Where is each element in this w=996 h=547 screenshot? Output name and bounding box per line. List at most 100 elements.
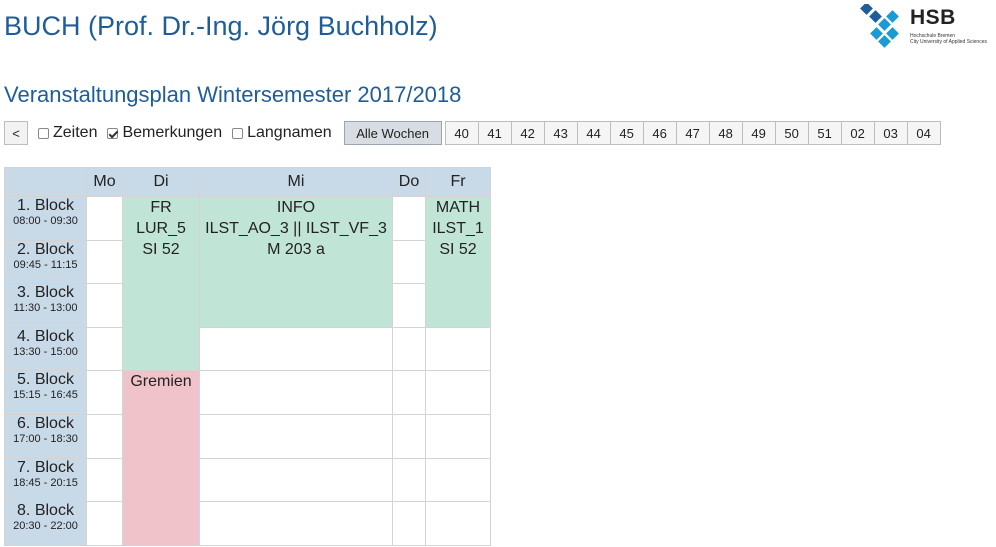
week-button-40[interactable]: 40: [444, 121, 479, 145]
slot-do-1: [392, 196, 426, 241]
event-room: SI 52: [142, 241, 180, 258]
back-button[interactable]: <: [4, 121, 28, 145]
slot-do-6: [392, 413, 426, 459]
block-name: 8. Block: [17, 502, 74, 520]
week-button-44[interactable]: 44: [576, 121, 611, 145]
block-name: 2. Block: [17, 240, 74, 258]
block-header: 5. Block 15:15 - 16:45: [4, 370, 87, 415]
week-button-41[interactable]: 41: [477, 121, 512, 145]
day-header-mo: Mo: [86, 167, 123, 197]
week-button-02[interactable]: 02: [840, 121, 875, 145]
event-fr-math[interactable]: MATH ILST_1 SI 52: [425, 196, 491, 328]
day-header-mi: Mi: [199, 167, 393, 197]
week-button-42[interactable]: 42: [510, 121, 545, 145]
event-group: ILST_AO_3 || ILST_VF_3: [205, 220, 387, 237]
block-name: 6. Block: [17, 414, 74, 432]
slot-mi-4: [199, 326, 393, 372]
week-button-50[interactable]: 50: [774, 121, 809, 145]
slot-do-4: [392, 326, 426, 372]
block-header: 8. Block 20:30 - 22:00: [4, 501, 87, 546]
event-group: ILST_1: [432, 220, 484, 237]
block-time: 13:30 - 15:00: [13, 345, 78, 358]
event-room: M 203 a: [267, 241, 325, 258]
slot-mo-3: [86, 283, 123, 328]
week-selector: 40 41 42 43 44 45 46 47 48 49 50 51 02 0…: [444, 121, 941, 145]
hsb-logo-mark-icon: [860, 2, 899, 48]
table-row: 7. Block 18:45 - 20:15: [4, 457, 491, 503]
block-time: 20:30 - 22:00: [13, 520, 78, 533]
slot-do-7: [392, 457, 426, 503]
block-header: 2. Block 09:45 - 11:15: [4, 239, 87, 285]
event-mi-info[interactable]: INFO ILST_AO_3 || ILST_VF_3 M 203 a: [199, 196, 393, 328]
table-header-row: Mo Di Mi Do Fr: [4, 167, 491, 197]
checkbox-langnamen-box[interactable]: [232, 127, 244, 139]
slot-mo-7: [86, 457, 123, 503]
block-time: 08:00 - 09:30: [13, 215, 78, 227]
all-weeks-button[interactable]: Alle Wochen: [343, 121, 442, 145]
block-header: 3. Block 11:30 - 13:00: [4, 283, 87, 328]
block-time: 09:45 - 11:15: [13, 258, 78, 271]
week-button-47[interactable]: 47: [675, 121, 710, 145]
block-time: 18:45 - 20:15: [13, 476, 78, 489]
slot-mo-4: [86, 326, 123, 372]
week-button-04[interactable]: 04: [906, 121, 941, 145]
toolbar: < Zeiten Bemerkungen Langnamen Alle Woch…: [4, 121, 941, 145]
table-row: 5. Block 15:15 - 16:45 Gremien: [4, 370, 491, 546]
block-name: 3. Block: [17, 284, 74, 302]
week-button-45[interactable]: 45: [609, 121, 644, 145]
block-name: 7. Block: [17, 458, 74, 476]
event-group: LUR_5: [136, 220, 186, 237]
day-header-fr: Fr: [425, 167, 491, 197]
week-button-46[interactable]: 46: [642, 121, 677, 145]
slot-mi-6: [199, 413, 393, 459]
table-row: 8. Block 20:30 - 22:00: [4, 501, 491, 546]
block-time: 17:00 - 18:30: [13, 432, 78, 445]
event-title: INFO: [276, 199, 316, 216]
logo-sub-line-2: City University of Applied Sciences: [910, 39, 987, 45]
table-row: 1. Block 08:00 - 09:30 FR LUR_5 SI 52 IN…: [4, 195, 491, 372]
checkbox-bemerkungen-box[interactable]: [107, 127, 119, 139]
slot-mo-5: [86, 370, 123, 415]
week-button-48[interactable]: 48: [708, 121, 743, 145]
week-button-03[interactable]: 03: [873, 121, 908, 145]
slot-mo-6: [86, 413, 123, 459]
block-header: 7. Block 18:45 - 20:15: [4, 457, 87, 503]
checkbox-zeiten[interactable]: Zeiten: [38, 124, 97, 142]
event-title: FR: [150, 199, 172, 216]
slot-fr-4: [425, 326, 491, 372]
slot-mo-1: [86, 196, 123, 241]
block-header: 6. Block 17:00 - 18:30: [4, 413, 87, 459]
slot-mi-7: [199, 457, 393, 503]
checkbox-zeiten-box[interactable]: [38, 127, 49, 139]
checkbox-zeiten-label: Zeiten: [53, 124, 98, 141]
logo-subtitle: Hochschule Bremen City University of App…: [910, 33, 996, 45]
checkbox-langnamen-label: Langnamen: [247, 124, 332, 141]
slot-mo-8: [86, 501, 123, 546]
slot-fr-5: [425, 370, 491, 415]
block-time: 15:15 - 16:45: [13, 389, 78, 402]
slot-do-5: [392, 370, 426, 415]
event-di-gremien[interactable]: Gremien: [122, 370, 200, 546]
slot-do-8: [392, 501, 426, 546]
table-row: 6. Block 17:00 - 18:30: [4, 413, 491, 459]
block-time: 11:30 - 13:00: [13, 302, 78, 315]
event-room: SI 52: [439, 241, 477, 258]
slot-fr-7: [425, 457, 491, 503]
event-title: MATH: [435, 199, 481, 216]
day-header-di: Di: [122, 167, 200, 197]
checkbox-bemerkungen[interactable]: Bemerkungen: [107, 124, 222, 142]
slot-mo-2: [86, 239, 123, 285]
week-button-51[interactable]: 51: [807, 121, 842, 145]
slot-fr-6: [425, 413, 491, 459]
logo-text: HSB: [910, 6, 956, 29]
event-di-fr[interactable]: FR LUR_5 SI 52: [122, 195, 200, 372]
day-header-do: Do: [392, 167, 426, 197]
schedule-title: Veranstaltungsplan Wintersemester 2017/2…: [4, 82, 462, 107]
checkbox-bemerkungen-label: Bemerkungen: [122, 124, 223, 141]
block-header: 1. Block 08:00 - 09:30: [4, 196, 87, 241]
week-button-43[interactable]: 43: [543, 121, 578, 145]
week-button-49[interactable]: 49: [741, 121, 776, 145]
corner-header: [4, 167, 87, 197]
slot-do-3: [392, 283, 426, 328]
checkbox-langnamen[interactable]: Langnamen: [232, 124, 332, 142]
